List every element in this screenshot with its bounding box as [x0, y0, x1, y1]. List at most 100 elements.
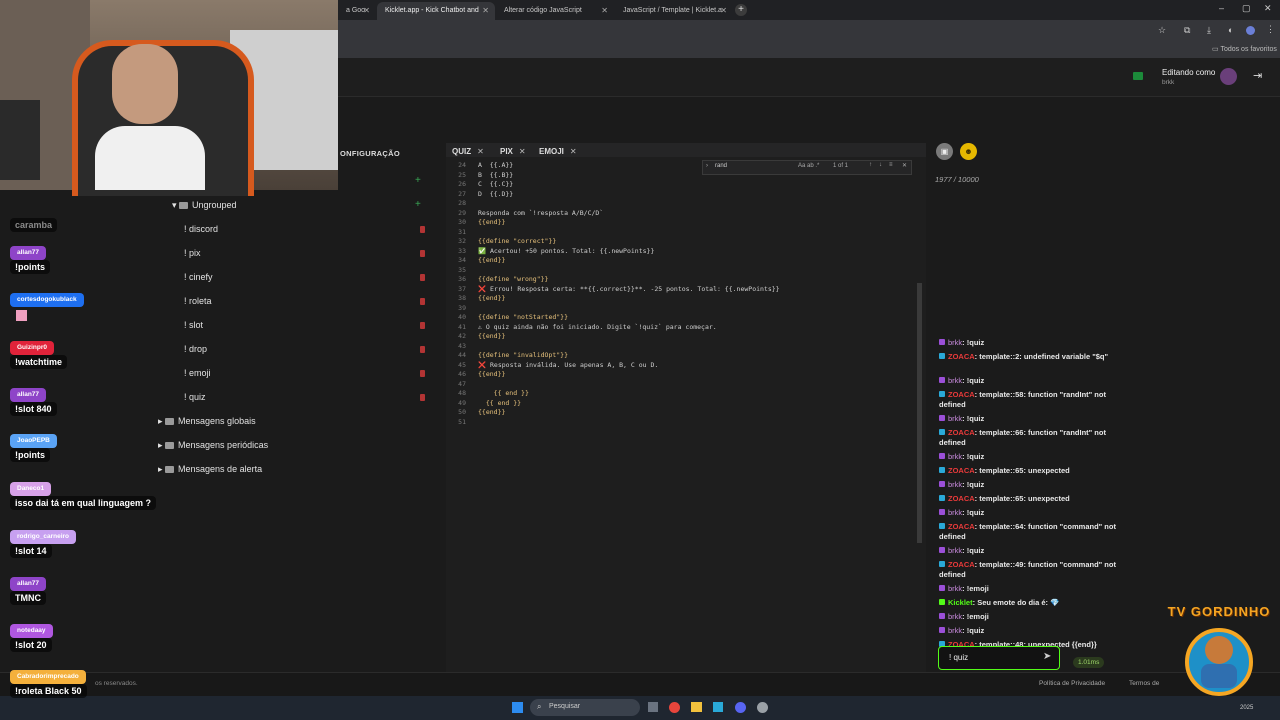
close-icon[interactable]: ✕	[720, 2, 727, 20]
discord-icon[interactable]	[735, 702, 746, 713]
bookmarks-folder[interactable]: ▭ Todos os favoritos	[1212, 45, 1277, 53]
save-icon[interactable]: ▣	[936, 143, 953, 160]
trash-icon[interactable]	[420, 322, 425, 329]
selection-icon[interactable]: ≡	[889, 162, 893, 168]
chat-username[interactable]: ZOACA	[948, 522, 975, 531]
chat-input-box[interactable]: ! quiz ➤	[938, 646, 1060, 670]
send-icon[interactable]: ➤	[1043, 651, 1051, 662]
chat-username[interactable]: Kicklet	[948, 598, 973, 607]
browser-tab-active[interactable]: Kicklet.app - Kick Chatbot and ✕	[377, 2, 495, 20]
extensions-icon[interactable]: ⧉	[1184, 25, 1190, 36]
chat-username[interactable]: brkk	[948, 452, 962, 461]
emoji-picker-icon[interactable]: ☻	[960, 143, 977, 160]
chat-username[interactable]: brkk	[948, 480, 962, 489]
privacy-link[interactable]: Política de Privacidade	[1039, 680, 1105, 687]
chat-username[interactable]: ZOACA	[948, 428, 975, 437]
terms-link[interactable]: Termos de	[1129, 680, 1159, 687]
browser-tab[interactable]: a Goo ✕	[338, 2, 376, 20]
maximize-button[interactable]: ▢	[1242, 3, 1251, 14]
task-view-icon[interactable]	[648, 702, 658, 712]
command-emoji[interactable]: ! emoji	[184, 368, 211, 378]
folder-icon	[165, 466, 175, 473]
tab-emoji[interactable]: EMOJI ✕	[539, 147, 577, 156]
chat-username[interactable]: brkk	[948, 626, 962, 635]
trash-icon[interactable]	[420, 346, 425, 353]
command-drop[interactable]: ! drop	[184, 344, 207, 354]
browser-tab[interactable]: Alterar código JavaScript ✕	[496, 2, 614, 20]
menu-icon[interactable]: ⋮	[1266, 24, 1275, 35]
logout-icon[interactable]: ⇥	[1253, 69, 1262, 82]
close-icon[interactable]: ✕	[482, 2, 489, 20]
flag-icon[interactable]	[1133, 72, 1143, 80]
chat-badge-icon	[939, 509, 945, 515]
editor-scrollbar[interactable]	[917, 283, 922, 543]
tab-pix[interactable]: PIX ✕	[500, 147, 526, 156]
close-icon[interactable]: ✕	[363, 2, 370, 20]
command-cinefy[interactable]: ! cinefy	[184, 272, 213, 282]
folder-mensagens-globais[interactable]: ▸ Mensagens globais	[158, 416, 256, 427]
folder-mensagens-periodicas[interactable]: ▸ Mensagens periódicas	[158, 440, 268, 451]
close-icon[interactable]: ✕	[570, 147, 577, 156]
minimize-button[interactable]: –	[1219, 3, 1224, 13]
chat-username[interactable]: brkk	[948, 584, 962, 593]
file-explorer-icon[interactable]	[691, 702, 702, 712]
chat-username[interactable]: brkk	[948, 546, 962, 555]
add-group-icon[interactable]: +	[415, 175, 421, 186]
trash-icon[interactable]	[420, 370, 425, 377]
chat-username[interactable]: ZOACA	[948, 352, 975, 361]
chat-username[interactable]: brkk	[948, 612, 962, 621]
chat-username[interactable]: ZOACA	[948, 494, 975, 503]
chat-username[interactable]: ZOACA	[948, 560, 975, 569]
new-tab-button[interactable]: +	[735, 4, 747, 16]
folder-mensagens-alerta[interactable]: ▸ Mensagens de alerta	[158, 464, 262, 475]
arrow-up-icon[interactable]: ↑	[869, 162, 872, 168]
trash-icon[interactable]	[420, 250, 425, 257]
profile-icon[interactable]: ◐	[1228, 25, 1233, 35]
add-command-icon[interactable]: +	[415, 199, 421, 210]
trash-icon[interactable]	[420, 394, 425, 401]
chat-username[interactable]: ZOACA	[948, 390, 975, 399]
command-discord[interactable]: ! discord	[184, 224, 218, 234]
obs-icon[interactable]	[757, 702, 768, 713]
code-editor[interactable]: QUIZ ✕ PIX ✕ EMOJI ✕	[446, 143, 926, 673]
chat-message: brkk: !quiz	[939, 626, 1129, 636]
command-slot[interactable]: ! slot	[184, 320, 203, 330]
close-icon[interactable]: ✕	[477, 147, 484, 156]
line-number: 25	[458, 170, 466, 179]
chat-input[interactable]: ! quiz	[949, 653, 968, 662]
store-icon[interactable]	[713, 702, 723, 712]
chat-username[interactable]: brkk	[948, 508, 962, 517]
trash-icon[interactable]	[420, 298, 425, 305]
windows-start-icon[interactable]	[512, 702, 523, 713]
command-roleta[interactable]: ! roleta	[184, 296, 212, 306]
chat-username[interactable]: brkk	[948, 414, 962, 423]
chat-username[interactable]: brkk	[948, 376, 962, 385]
close-window-button[interactable]: ✕	[1264, 3, 1272, 14]
taskbar-search[interactable]: ⌕ Pesquisar	[530, 699, 640, 716]
close-icon[interactable]: ✕	[902, 162, 907, 169]
chat-message: Kicklet: Seu emote do dia é: 💎	[939, 598, 1129, 608]
group-ungrouped[interactable]: ▾ Ungrouped	[172, 200, 237, 211]
chat-username[interactable]: brkk	[948, 338, 962, 347]
chevron-right-icon[interactable]: ›	[706, 163, 708, 169]
code-line: A {{.A}}	[478, 161, 514, 169]
avatar[interactable]	[1220, 68, 1237, 85]
caret-right-icon: ▸	[158, 416, 166, 426]
trash-icon[interactable]	[420, 274, 425, 281]
close-icon[interactable]: ✕	[519, 147, 526, 156]
chat-username[interactable]: ZOACA	[948, 466, 975, 475]
trash-icon[interactable]	[420, 226, 425, 233]
find-options[interactable]: Aa ab .*	[798, 163, 819, 169]
arrow-down-icon[interactable]: ↓	[879, 162, 882, 168]
chrome-icon[interactable]	[669, 702, 680, 713]
close-icon[interactable]: ✕	[601, 2, 608, 20]
command-pix[interactable]: ! pix	[184, 248, 201, 258]
tab-label: EMOJI	[539, 147, 564, 156]
download-icon[interactable]: ⤓	[1207, 25, 1211, 36]
avatar[interactable]	[1246, 26, 1255, 35]
tab-quiz[interactable]: QUIZ ✕	[452, 147, 484, 156]
star-icon[interactable]: ☆	[1158, 25, 1166, 36]
browser-tab[interactable]: JavaScript / Template | Kicklet.a ✕	[615, 2, 733, 20]
find-input[interactable]: rand	[715, 163, 795, 169]
command-quiz[interactable]: ! quiz	[184, 392, 206, 402]
